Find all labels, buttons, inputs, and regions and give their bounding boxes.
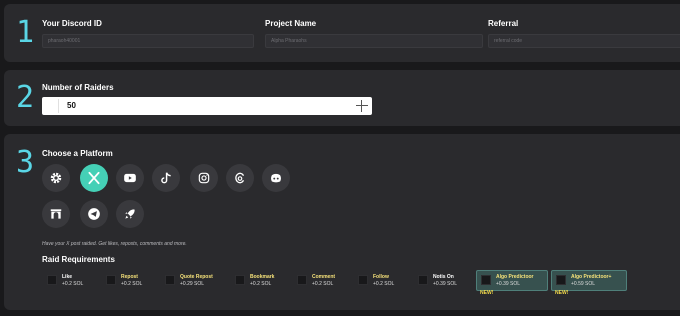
platform-telegram-button[interactable] — [80, 200, 108, 228]
platform-tiktok-button[interactable] — [152, 164, 180, 192]
requirement-name: Notis On — [433, 274, 454, 280]
telegram-icon — [88, 208, 100, 220]
requirement-price: +0.59 SOL — [571, 281, 596, 287]
threads-icon — [235, 172, 245, 184]
requirement-name: Repost — [121, 274, 138, 280]
referral-input[interactable]: referral code — [488, 34, 680, 48]
requirement-price: +0.39 SOL — [433, 281, 458, 287]
requirement-name: Follow — [373, 274, 389, 280]
raiders-panel: 2 Number of Raiders 50 — [4, 70, 680, 126]
platform-gear-button[interactable] — [42, 164, 70, 192]
step-number: 1 — [16, 15, 35, 50]
gear-icon — [50, 172, 62, 184]
quote-repost-checkbox[interactable] — [165, 275, 175, 285]
discord-id-input[interactable]: pharaoh40001 — [42, 34, 254, 48]
project-name-label: Project Name — [265, 19, 317, 28]
platform-arch-button[interactable] — [42, 200, 70, 228]
comment-checkbox[interactable] — [297, 275, 307, 285]
new-badge: NEW! — [555, 290, 569, 296]
youtube-icon — [124, 173, 136, 183]
requirement-price: +0.2 SOL — [62, 281, 84, 287]
raid-requirements-label: Raid Requirements — [42, 255, 115, 264]
step-number: 2 — [16, 80, 35, 115]
increment-button[interactable] — [356, 100, 368, 112]
decrement-button[interactable] — [45, 99, 59, 113]
requirement-name: Algo Predictoor+ — [571, 274, 612, 280]
platform-x-button[interactable] — [80, 164, 108, 192]
requirement-price: +0.2 SOL — [250, 281, 272, 287]
platform-instagram-button[interactable] — [190, 164, 218, 192]
bookmark-checkbox[interactable] — [235, 275, 245, 285]
algo-predictoor-checkbox[interactable] — [481, 275, 491, 285]
requirement-name: Algo Predictoor — [496, 274, 534, 280]
requirement-price: +0.29 SOL — [180, 281, 205, 287]
step-number: 3 — [16, 145, 35, 180]
repost-checkbox[interactable] — [106, 275, 116, 285]
rocket-icon — [125, 209, 135, 219]
requirement-name: Like — [62, 274, 73, 280]
tiktok-icon — [161, 172, 171, 184]
platform-rocket-button[interactable] — [116, 200, 144, 228]
like-checkbox[interactable] — [47, 275, 57, 285]
platform-threads-button[interactable] — [226, 164, 254, 192]
requirement-price: +0.2 SOL — [121, 281, 143, 287]
project-name-input[interactable]: Alpha Pharaohs — [265, 34, 483, 48]
platform-label: Choose a Platform — [42, 149, 113, 158]
requirement-algo-predictoor-plus[interactable]: Algo Predictoor+ +0.59 SOL NEW! — [551, 270, 627, 296]
platform-description: Have your X post raided. Get likes, repo… — [42, 241, 187, 247]
instagram-icon — [198, 172, 210, 184]
raiders-label: Number of Raiders — [42, 83, 114, 92]
requirement-name: Bookmark — [250, 274, 275, 280]
follow-checkbox[interactable] — [358, 275, 368, 285]
referral-label: Referral — [488, 19, 519, 28]
discord-id-label: Your Discord ID — [42, 19, 102, 28]
requirement-price: +0.2 SOL — [373, 281, 395, 287]
arch-icon — [50, 209, 62, 219]
algo-predictoor-plus-checkbox[interactable] — [556, 275, 566, 285]
new-badge: NEW! — [480, 290, 494, 296]
x-icon — [88, 171, 100, 185]
platform-discord-button[interactable] — [262, 164, 290, 192]
identity-panel: 1 Your Discord ID pharaoh40001 Project N… — [4, 4, 680, 62]
requirement-algo-predictoor[interactable]: Algo Predictoor +0.39 SOL NEW! — [476, 270, 548, 296]
raiders-value[interactable]: 50 — [67, 101, 76, 110]
requirement-price: +0.39 SOL — [496, 281, 521, 287]
platform-panel: 3 Choose a Platform Have your X post rai… — [4, 134, 680, 310]
discord-icon — [271, 173, 281, 183]
notis-on-checkbox[interactable] — [418, 275, 428, 285]
platform-youtube-button[interactable] — [116, 164, 144, 192]
requirement-name: Quote Repost — [180, 274, 213, 280]
requirement-name: Comment — [312, 274, 336, 280]
raiders-stepper: 50 — [42, 97, 372, 115]
requirement-price: +0.2 SOL — [312, 281, 334, 287]
